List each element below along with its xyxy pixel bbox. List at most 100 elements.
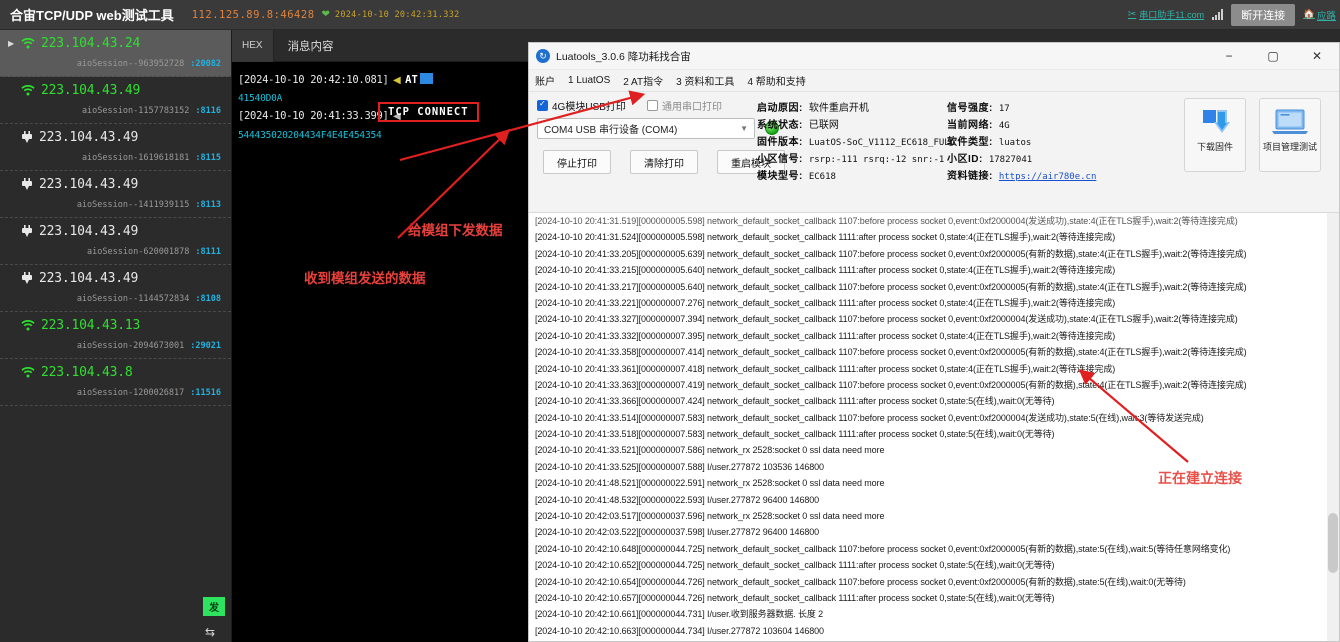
log-output-area[interactable]: [2024-10-10 20:41:31.519][000000005.598]… [529, 213, 1339, 641]
info-row: 系统状态: 已联网 [757, 116, 839, 131]
connection-meta: aioSession--1411939115:8113 [8, 194, 223, 212]
message-hex-line: 41540D0A [238, 88, 282, 106]
log-line: [2024-10-10 20:41:33.361][000000007.418]… [535, 363, 1116, 374]
connection-port: :11516 [190, 388, 221, 398]
connection-port: :8113 [195, 200, 221, 210]
menu-item-2[interactable]: 2 AT指令 [623, 73, 663, 88]
tab-message-content[interactable]: 消息内容 [274, 38, 334, 54]
message-timestamp: [2024-10-10 20:41:33.399] [238, 110, 389, 122]
connection-item[interactable]: 223.104.43.49 aioSession-1619618181:8115 [0, 124, 231, 171]
maximize-button[interactable]: ▢ [1251, 43, 1295, 70]
info-row: 小区ID: 17827041 [947, 150, 1032, 165]
connection-session: aioSession--1144572834 [76, 294, 190, 304]
luatools-logo-icon: ↻ [536, 49, 550, 63]
info-key: 资料链接: [947, 171, 993, 182]
menu-item-3[interactable]: 3 资料和工具 [676, 73, 734, 88]
project-manage-button[interactable]: 项目管理测试 [1259, 98, 1321, 172]
info-row: 小区信号: rsrp:-111 rsrq:-12 snr:-1 [757, 150, 944, 165]
checkbox-label: 4G模块USB打印 [552, 102, 626, 113]
connection-item[interactable]: 223.104.43.49 aioSession-1157783152:8116 [0, 77, 231, 124]
info-value[interactable]: https://air780e.cn [999, 172, 1097, 182]
connection-ip: 223.104.43.49 [39, 224, 139, 239]
serial-assistant-link[interactable]: ✂ 串口助手11.com [1128, 8, 1204, 21]
scrollbar-thumb[interactable] [1328, 513, 1338, 573]
log-line: [2024-10-10 20:42:10.661][000000044.731]… [535, 609, 824, 620]
checkbox-icon [537, 99, 548, 111]
checkbox-serial-print[interactable]: 通用串口打印 [647, 98, 722, 113]
download-firmware-label: 下载固件 [1196, 142, 1233, 152]
connection-header: ▶ 223.104.43.24 [8, 36, 223, 51]
log-scrollbar[interactable] [1327, 213, 1339, 641]
connection-header: 223.104.43.49 [8, 224, 223, 239]
info-key: 当前网络: [947, 120, 993, 131]
connection-list: ▶ 223.104.43.24 aioSession--963952728:2008… [0, 30, 231, 406]
crlf-chip-icon [419, 73, 433, 84]
connection-session: aioSession--963952728 [76, 59, 185, 69]
connection-sidebar[interactable]: ▶ 223.104.43.24 aioSession--963952728:2008… [0, 30, 232, 642]
home-icon: 🏠 [1303, 9, 1315, 20]
com-port-select[interactable]: COM4 USB 串行设备 (COM4) ▼ [537, 118, 755, 139]
info-value: rsrp:-111 rsrq:-12 snr:-1 [808, 155, 945, 165]
message-text: AT [405, 74, 418, 86]
log-line: [2024-10-10 20:42:10.663][000000044.734]… [535, 625, 824, 636]
info-row: 固件版本: LuatOS-SoC_V1112_EC618_FULL [757, 133, 955, 148]
checkbox-usb-print[interactable]: 4G模块USB打印 [537, 98, 626, 113]
log-line: [2024-10-10 20:41:33.205][000000005.639]… [535, 248, 1247, 259]
home-link[interactable]: 🏠 应路 [1303, 8, 1336, 22]
wifi-icon [21, 85, 35, 96]
connection-item[interactable]: 223.104.43.49 aioSession-620001878:8111 [0, 218, 231, 265]
connection-meta: aioSession-2094673001:29021 [8, 335, 223, 353]
chevron-down-icon: ▼ [740, 124, 748, 133]
connection-item[interactable]: 223.104.43.13 aioSession-2094673001:29021 [0, 312, 231, 359]
connection-ip: 223.104.43.13 [41, 318, 141, 333]
log-line: [2024-10-10 20:41:33.327][000000007.394]… [535, 314, 1238, 325]
connection-meta: aioSession-1200026817:11516 [8, 382, 223, 400]
connection-ip: 223.104.43.8 [41, 365, 133, 380]
tcp-connect-highlight: TCP CONNECT [378, 102, 479, 122]
message-hex-line: 544435020204434F4E4E454354 [238, 125, 382, 143]
annotation-connecting: 正在建立连接 [1158, 470, 1242, 486]
server-timestamp: 2024-10-10 20:42:31.332 [334, 9, 460, 20]
close-button[interactable]: ✕ [1295, 43, 1339, 70]
minimize-button[interactable]: − [1207, 43, 1251, 70]
connection-item[interactable]: ▶ 223.104.43.24 aioSession--963952728:2008… [0, 30, 231, 77]
connection-item[interactable]: 223.104.43.49 aioSession--1411939115:8113 [0, 171, 231, 218]
heart-icon: ❤ [321, 9, 330, 20]
signal-strength-icon [1212, 9, 1224, 20]
log-line: [2024-10-10 20:42:03.517][000000037.596]… [535, 511, 885, 522]
checkbox-icon [647, 100, 658, 111]
info-key: 系统状态: [757, 120, 803, 131]
connection-header: 223.104.43.49 [8, 83, 223, 98]
refresh-icon[interactable]: ⇆ [205, 625, 215, 639]
annotation-send-to-module: 给模组下发数据 [408, 223, 503, 238]
menu-item-0[interactable]: 账户 [535, 73, 555, 88]
connection-session: aioSession-620001878 [87, 247, 190, 257]
luatools-menubar[interactable]: 账户 1 LuatOS 2 AT指令 3 资料和工具 4 帮助和支持 [529, 70, 1339, 92]
luatools-titlebar: ↻ Luatools_3.0.6 降功耗找合宙 − ▢ ✕ [529, 43, 1339, 70]
connection-session: aioSession-2094673001 [76, 341, 185, 351]
menu-item-4[interactable]: 4 帮助和支持 [747, 73, 805, 88]
home-label: 应路 [1316, 10, 1336, 22]
plug-icon [22, 225, 32, 237]
log-line: [2024-10-10 20:41:33.518][000000007.583]… [535, 429, 1055, 440]
download-firmware-button[interactable]: 下载固件 [1184, 98, 1246, 172]
info-row: 当前网络: 4G [947, 116, 1010, 131]
send-button[interactable]: 发 [203, 597, 225, 616]
plug-icon [22, 131, 32, 143]
connection-header: 223.104.43.8 [8, 365, 223, 380]
com-port-value: COM4 USB 串行设备 (COM4) [544, 125, 678, 136]
message-line: [2024-10-10 20:41:33.399] ◀ [238, 106, 401, 124]
menu-item-1[interactable]: 1 LuatOS [568, 75, 610, 86]
info-value: 4G [998, 121, 1010, 131]
chevron-right-icon: ▶ [8, 39, 15, 48]
clear-print-button[interactable]: 清除打印 [630, 150, 698, 174]
disconnect-button[interactable]: 断开连接 [1231, 3, 1296, 26]
log-line: [2024-10-10 20:41:33.521][000000007.586]… [535, 445, 885, 456]
info-value: luatos [998, 138, 1032, 148]
connection-item[interactable]: 223.104.43.49 aioSession--1144572834:8108 [0, 265, 231, 312]
stop-print-button[interactable]: 停止打印 [543, 150, 611, 174]
tab-hex[interactable]: HEX [232, 29, 274, 62]
connection-item[interactable]: 223.104.43.8 aioSession-1200026817:11516 [0, 359, 231, 406]
project-manage-label: 项目管理测试 [1262, 142, 1317, 152]
log-line: [2024-10-10 20:41:33.332][000000007.395]… [535, 330, 1116, 341]
